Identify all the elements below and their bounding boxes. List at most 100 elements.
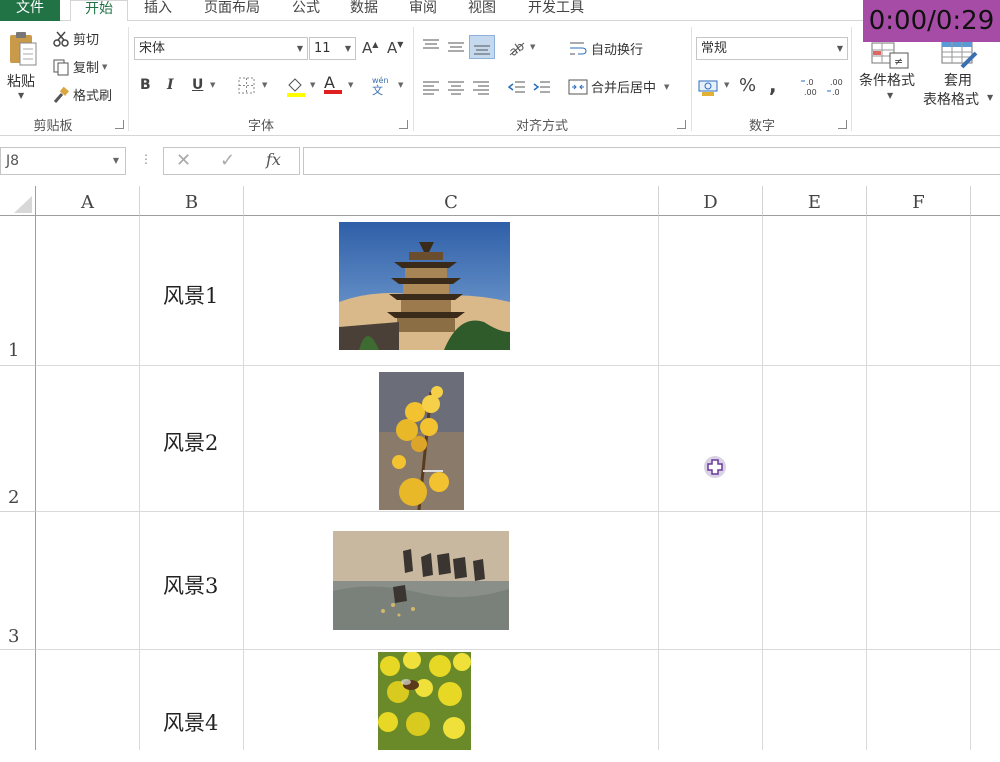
picture-pagoda[interactable]	[339, 222, 510, 350]
paste-dropdown-icon[interactable]: ▼	[18, 91, 24, 100]
orientation-button[interactable]: ab	[506, 37, 528, 61]
increase-indent-button[interactable]	[532, 79, 552, 99]
accounting-dropdown-icon[interactable]: ▼	[724, 81, 729, 89]
alignment-launcher-icon[interactable]	[677, 120, 686, 129]
wrap-text-button[interactable]: 自动换行	[568, 39, 643, 58]
column-header-e[interactable]: E	[763, 186, 867, 216]
clipboard-launcher-icon[interactable]	[115, 120, 124, 129]
copy-dropdown-icon[interactable]: ▼	[102, 63, 107, 71]
plus-cursor-icon	[707, 459, 723, 475]
phonetic-dropdown-icon[interactable]: ▼	[398, 81, 403, 89]
conditional-format-dropdown-icon[interactable]: ▼	[887, 91, 893, 100]
worksheet-grid[interactable]: A B C D E F 1 2 3 风景1 风景2 风景3 风景4	[0, 186, 1000, 750]
cell-b2[interactable]: 风景2	[163, 427, 218, 457]
number-launcher-icon[interactable]	[838, 120, 847, 129]
font-launcher-icon[interactable]	[399, 120, 408, 129]
cancel-icon[interactable]: ✕	[176, 150, 191, 171]
column-header-a[interactable]: A	[36, 186, 140, 216]
format-as-table-button[interactable]	[940, 39, 980, 73]
increase-decimal-button[interactable]: .0.00	[800, 76, 822, 102]
underline-dropdown-icon[interactable]: ▼	[210, 81, 215, 89]
formula-input[interactable]	[303, 147, 1000, 175]
bold-button[interactable]: B	[140, 77, 151, 93]
copy-button[interactable]: 复制 ▼	[52, 57, 107, 76]
cell-b4[interactable]: 风景4	[163, 707, 218, 737]
decrease-decimal-button[interactable]: .00.0	[826, 76, 848, 102]
svg-text:.00: .00	[830, 78, 843, 87]
row-header-4[interactable]	[0, 650, 36, 750]
border-button[interactable]	[238, 77, 256, 99]
cut-button[interactable]: 剪切	[52, 29, 99, 48]
italic-button[interactable]: I	[167, 77, 174, 93]
tab-home[interactable]: 开始	[70, 0, 128, 22]
format-as-table-dropdown-icon[interactable]: ▼	[987, 93, 993, 102]
align-left-button[interactable]	[421, 79, 441, 99]
picture-rapeseed-bee[interactable]	[378, 652, 471, 750]
fill-color-button[interactable]	[285, 75, 307, 101]
tab-insert[interactable]: 插入	[140, 0, 176, 21]
number-format-select[interactable]: 常规 ▼	[696, 37, 848, 60]
video-timer: 0:00/0:29	[863, 0, 1000, 42]
svg-text:.00: .00	[804, 88, 817, 97]
merge-center-button[interactable]: 合并后居中 ▼	[568, 77, 669, 96]
font-size-select[interactable]: 11 ▼	[309, 37, 356, 60]
border-icon	[238, 77, 255, 94]
gridline	[36, 511, 1000, 512]
cell-b3[interactable]: 风景3	[163, 570, 218, 600]
border-dropdown-icon[interactable]: ▼	[262, 81, 267, 89]
tab-view[interactable]: 视图	[464, 0, 500, 21]
tab-review[interactable]: 审阅	[405, 0, 441, 21]
tab-formulas[interactable]: 公式	[288, 0, 324, 21]
align-right-button[interactable]	[471, 79, 491, 99]
column-header-f[interactable]: F	[867, 186, 971, 216]
align-top-button[interactable]	[421, 37, 441, 59]
phonetic-button[interactable]: wén 文	[372, 75, 389, 96]
tab-data[interactable]: 数据	[346, 0, 382, 21]
font-name-select[interactable]: 宋体 ▼	[134, 37, 308, 60]
row-header-3[interactable]: 3	[0, 512, 36, 650]
scissors-icon	[53, 31, 69, 47]
column-header-b[interactable]: B	[140, 186, 244, 216]
tab-page-layout[interactable]: 页面布局	[200, 0, 264, 21]
row-header-1[interactable]: 1	[0, 216, 36, 366]
decrease-indent-button[interactable]	[507, 79, 527, 99]
column-header-g[interactable]	[971, 186, 1000, 216]
picture-yellow-flowers[interactable]	[379, 372, 464, 510]
row-header-2[interactable]: 2	[0, 366, 36, 512]
group-divider	[128, 27, 129, 131]
insert-function-icon[interactable]: fx	[266, 150, 281, 169]
align-center-button[interactable]	[446, 79, 466, 99]
picture-horses[interactable]	[333, 531, 509, 630]
comma-button[interactable]: ,	[769, 73, 777, 97]
ribbon: 粘贴 ▼ 剪切 复制 ▼ 格式刷 剪贴板 宋体 ▼ 11 ▼ A▲ A▼ B I…	[0, 21, 1000, 136]
cell-b1[interactable]: 风景1	[163, 280, 218, 310]
align-bottom-button[interactable]	[469, 35, 495, 59]
column-header-c[interactable]: C	[244, 186, 659, 216]
chevron-down-icon: ▼	[344, 44, 351, 53]
fill-color-dropdown-icon[interactable]: ▼	[310, 81, 315, 89]
font-size-value: 11	[314, 41, 331, 56]
formula-bar-grip-icon[interactable]: ⋮	[140, 152, 152, 166]
gridline	[866, 216, 867, 750]
align-middle-button[interactable]	[446, 37, 466, 59]
increase-font-icon[interactable]: A▲	[362, 39, 378, 57]
underline-button[interactable]: U	[192, 77, 203, 93]
column-header-d[interactable]: D	[659, 186, 763, 216]
name-box[interactable]: J8 ▼	[0, 147, 126, 175]
enter-check-icon[interactable]: ✓	[220, 150, 235, 171]
tab-developer[interactable]: 开发工具	[524, 0, 588, 21]
merge-center-label: 合并后居中	[591, 81, 657, 96]
font-color-dropdown-icon[interactable]: ▼	[348, 81, 353, 89]
paste-button[interactable]	[6, 29, 40, 73]
decrease-font-icon[interactable]: A▼	[387, 39, 403, 57]
format-painter-button[interactable]: 格式刷	[52, 85, 112, 104]
accounting-format-button[interactable]	[698, 77, 720, 101]
tab-file[interactable]: 文件	[0, 0, 60, 21]
font-group-label: 字体	[247, 119, 274, 134]
select-all-corner[interactable]	[0, 186, 36, 216]
percent-button[interactable]: %	[739, 75, 756, 96]
merge-center-dropdown-icon[interactable]: ▼	[664, 83, 669, 91]
orientation-dropdown-icon[interactable]: ▼	[530, 43, 535, 51]
conditional-format-button[interactable]: ≠	[870, 41, 910, 73]
font-color-button[interactable]: A	[324, 73, 342, 94]
